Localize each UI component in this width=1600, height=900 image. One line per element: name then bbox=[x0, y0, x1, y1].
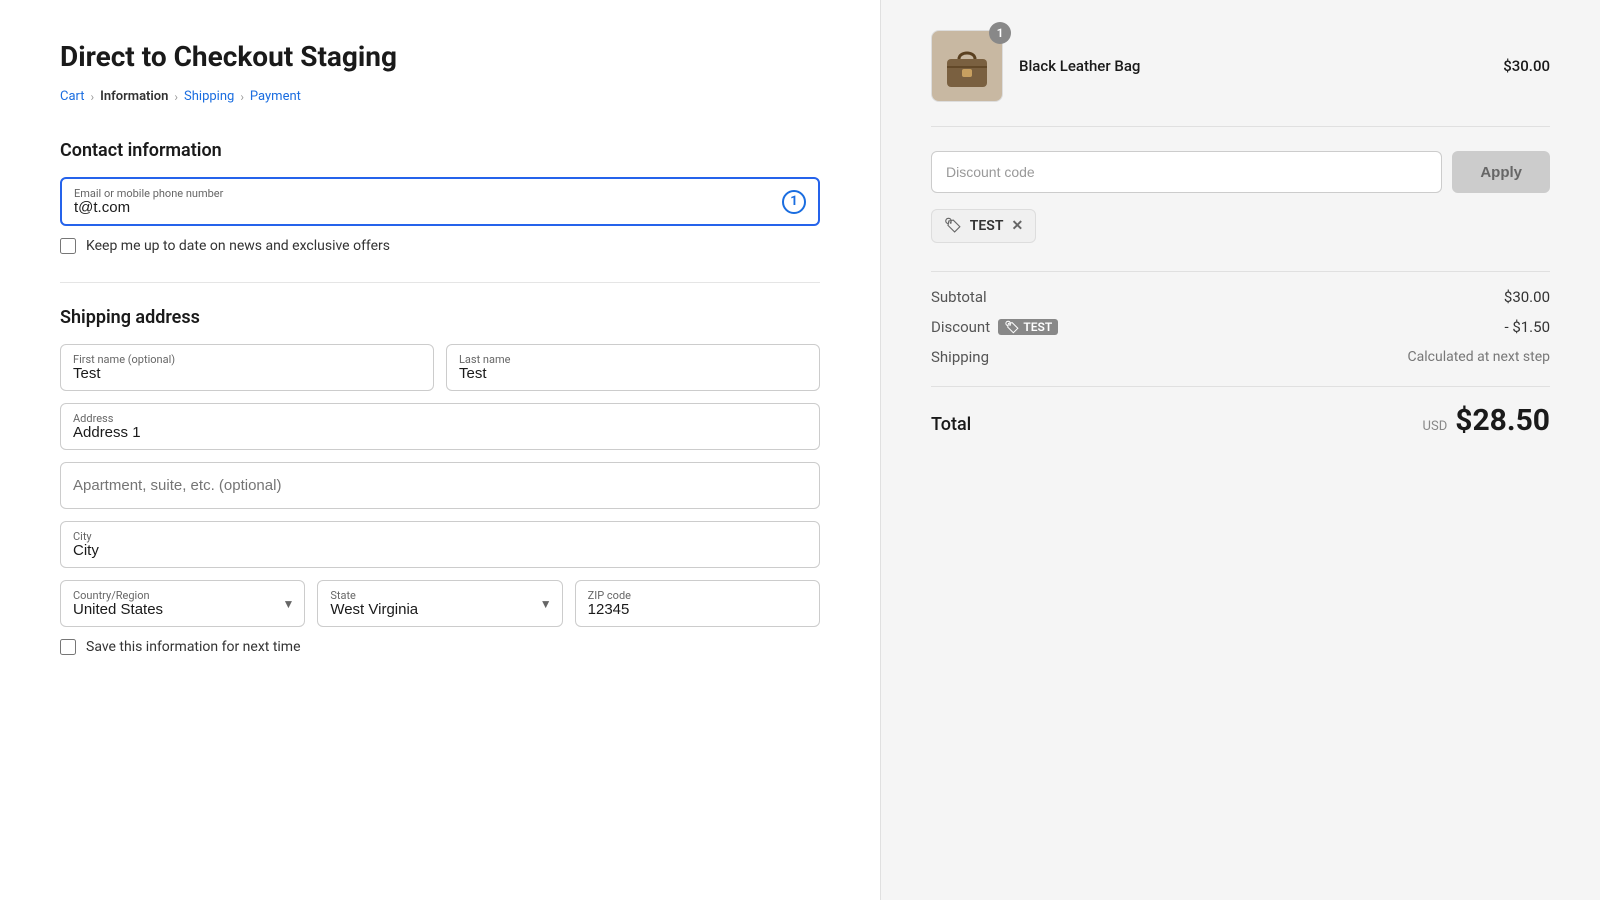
last-name-wrapper: Last name bbox=[446, 344, 820, 391]
page-title: Direct to Checkout Staging bbox=[60, 40, 820, 73]
product-name: Black Leather Bag bbox=[1019, 57, 1487, 75]
product-image-svg bbox=[942, 41, 992, 91]
shipping-section-title: Shipping address bbox=[60, 307, 820, 328]
newsletter-label: Keep me up to date on news and exclusive… bbox=[86, 238, 390, 254]
email-form-group: Email or mobile phone number 1 bbox=[60, 177, 820, 226]
product-image-wrapper: 1 bbox=[931, 30, 1003, 102]
state-select[interactable]: West Virginia bbox=[318, 581, 561, 626]
breadcrumb-information: Information bbox=[100, 89, 168, 104]
apt-group bbox=[60, 462, 820, 509]
first-name-input[interactable] bbox=[61, 345, 433, 390]
zip-input[interactable] bbox=[576, 581, 819, 626]
section-divider-1 bbox=[60, 282, 820, 283]
state-wrapper: State West Virginia ▼ bbox=[317, 580, 562, 627]
subtotal-label: Subtotal bbox=[931, 288, 987, 306]
discount-code-tag-label: TEST bbox=[970, 218, 1004, 234]
left-panel: Direct to Checkout Staging Cart › Inform… bbox=[0, 0, 880, 900]
apply-button[interactable]: Apply bbox=[1452, 151, 1550, 193]
discount-amount: - $1.50 bbox=[1504, 318, 1550, 336]
total-row: Total USD $28.50 bbox=[931, 386, 1550, 438]
country-select[interactable]: United States bbox=[61, 581, 304, 626]
apt-input[interactable] bbox=[61, 463, 819, 508]
total-label: Total bbox=[931, 414, 971, 435]
country-wrapper: Country/Region United States ▼ bbox=[60, 580, 305, 627]
address-input[interactable] bbox=[61, 404, 819, 449]
first-name-wrapper: First name (optional) bbox=[60, 344, 434, 391]
name-row: First name (optional) Last name bbox=[60, 344, 820, 391]
breadcrumb-sep-1: › bbox=[91, 90, 95, 104]
apt-wrapper bbox=[60, 462, 820, 509]
discount-code-input[interactable] bbox=[931, 151, 1442, 193]
newsletter-checkbox[interactable] bbox=[60, 238, 76, 254]
total-currency: USD bbox=[1423, 419, 1448, 434]
breadcrumb-sep-2: › bbox=[174, 90, 178, 104]
total-amount: $28.50 bbox=[1455, 403, 1550, 438]
discount-summary-label: Discount 🏷 TEST bbox=[931, 318, 1058, 336]
breadcrumb-cart[interactable]: Cart bbox=[60, 89, 85, 104]
product-row: 1 Black Leather Bag $30.00 bbox=[931, 30, 1550, 127]
breadcrumb-shipping[interactable]: Shipping bbox=[184, 89, 234, 104]
location-row: Country/Region United States ▼ State Wes… bbox=[60, 580, 820, 627]
address-wrapper: Address bbox=[60, 403, 820, 450]
breadcrumb-sep-3: › bbox=[240, 90, 244, 104]
shipping-value: Calculated at next step bbox=[1408, 349, 1550, 365]
product-quantity-badge: 1 bbox=[989, 22, 1011, 44]
city-group: City bbox=[60, 521, 820, 568]
discount-badge-icon: 🏷 bbox=[1004, 320, 1019, 334]
discount-text-label: Discount bbox=[931, 318, 990, 336]
breadcrumb-payment[interactable]: Payment bbox=[250, 89, 301, 104]
one-password-logo: 1 bbox=[782, 190, 806, 214]
city-wrapper: City bbox=[60, 521, 820, 568]
email-input-wrapper: Email or mobile phone number 1 bbox=[60, 177, 820, 226]
newsletter-row: Keep me up to date on news and exclusive… bbox=[60, 238, 820, 254]
zip-wrapper: ZIP code bbox=[575, 580, 820, 627]
tag-icon: 🏷 bbox=[944, 218, 962, 234]
total-right: USD $28.50 bbox=[1423, 403, 1550, 438]
save-info-label: Save this information for next time bbox=[86, 639, 301, 655]
subtotal-row: Subtotal $30.00 bbox=[931, 288, 1550, 306]
order-divider-1 bbox=[931, 271, 1550, 272]
shipping-summary-row: Shipping Calculated at next step bbox=[931, 348, 1550, 366]
discount-row: Apply bbox=[931, 151, 1550, 193]
discount-code-badge: 🏷 TEST bbox=[998, 319, 1058, 335]
contact-section-title: Contact information bbox=[60, 140, 820, 161]
subtotal-value: $30.00 bbox=[1504, 288, 1550, 306]
shipping-label: Shipping bbox=[931, 348, 989, 366]
right-panel: 1 Black Leather Bag $30.00 Apply 🏷 TEST … bbox=[880, 0, 1600, 900]
remove-discount-button[interactable]: ✕ bbox=[1011, 219, 1023, 233]
discount-summary-row: Discount 🏷 TEST - $1.50 bbox=[931, 318, 1550, 336]
password-manager-icon: 1 bbox=[782, 190, 806, 214]
save-info-row: Save this information for next time bbox=[60, 639, 820, 655]
save-info-checkbox[interactable] bbox=[60, 639, 76, 655]
discount-tag: 🏷 TEST ✕ bbox=[931, 209, 1036, 243]
discount-badge-label: TEST bbox=[1023, 320, 1052, 334]
city-input[interactable] bbox=[61, 522, 819, 567]
breadcrumb: Cart › Information › Shipping › Payment bbox=[60, 89, 820, 104]
email-input[interactable] bbox=[62, 179, 818, 224]
last-name-input[interactable] bbox=[447, 345, 819, 390]
address-group: Address bbox=[60, 403, 820, 450]
product-price: $30.00 bbox=[1503, 57, 1550, 75]
